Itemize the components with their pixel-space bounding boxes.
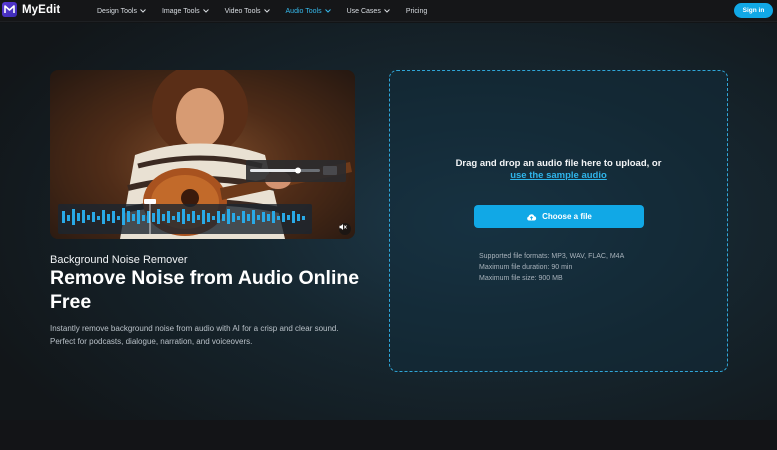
nav-label: Pricing: [405, 7, 428, 15]
upload-prompt: Drag and drop an audio file here to uplo…: [455, 158, 662, 169]
supported-formats-text: Supported file formats: MP3, WAV, FLAC, …: [479, 253, 625, 260]
max-duration-text: Maximum file duration: 90 min: [479, 264, 573, 271]
brand-name: MyEdit: [22, 3, 61, 16]
nav-label: Audio Tools: [285, 7, 322, 15]
hero-description: Instantly remove background noise from a…: [50, 324, 339, 346]
nav-label: Use Cases: [346, 7, 381, 15]
hero-title: Remove Noise from Audio Online Free: [50, 267, 360, 313]
sample-audio-link[interactable]: use the sample audio: [510, 170, 607, 181]
nav-label: Design Tools: [97, 7, 137, 15]
chevron-down-icon: [202, 9, 209, 13]
video-frame-illustration: [50, 70, 355, 239]
cloud-upload-icon: [526, 213, 537, 221]
upload-dropzone[interactable]: Drag and drop an audio file here to uplo…: [389, 70, 728, 372]
myedit-logo-icon: [2, 2, 17, 17]
top-navigation-bar: MyEdit Design Tools Image Tools Video To…: [0, 0, 777, 22]
choose-file-button[interactable]: Choose a file: [474, 205, 644, 228]
chevron-down-icon: [324, 9, 331, 13]
chevron-down-icon: [140, 9, 146, 13]
sample-audio-row: use the sample audio: [390, 170, 727, 181]
nav-audio-tools[interactable]: Audio Tools: [286, 8, 331, 15]
nav-use-cases[interactable]: Use Cases: [347, 8, 390, 15]
sign-in-button[interactable]: Sign in: [734, 3, 773, 18]
chevron-down-icon: [263, 9, 270, 13]
nav-pricing[interactable]: Pricing: [406, 8, 427, 15]
nav-label: Image Tools: [161, 7, 200, 15]
main-nav: Design Tools Image Tools Video Tools Aud…: [97, 0, 443, 22]
nav-design-tools[interactable]: Design Tools: [97, 8, 146, 15]
mute-button[interactable]: [339, 223, 351, 235]
choose-file-label: Choose a file: [542, 212, 592, 221]
nav-label: Video Tools: [224, 7, 261, 15]
demo-video[interactable]: [50, 70, 355, 239]
chevron-down-icon: [383, 9, 390, 13]
speaker-muted-icon: [339, 224, 347, 230]
page-bottom-band: [0, 420, 777, 450]
hero-subtitle: Background Noise Remover: [50, 254, 188, 266]
nav-video-tools[interactable]: Video Tools: [225, 8, 270, 15]
nav-image-tools[interactable]: Image Tools: [162, 8, 209, 15]
max-size-text: Maximum file size: 900 MB: [479, 275, 563, 282]
brand-logo[interactable]: MyEdit: [2, 2, 60, 17]
